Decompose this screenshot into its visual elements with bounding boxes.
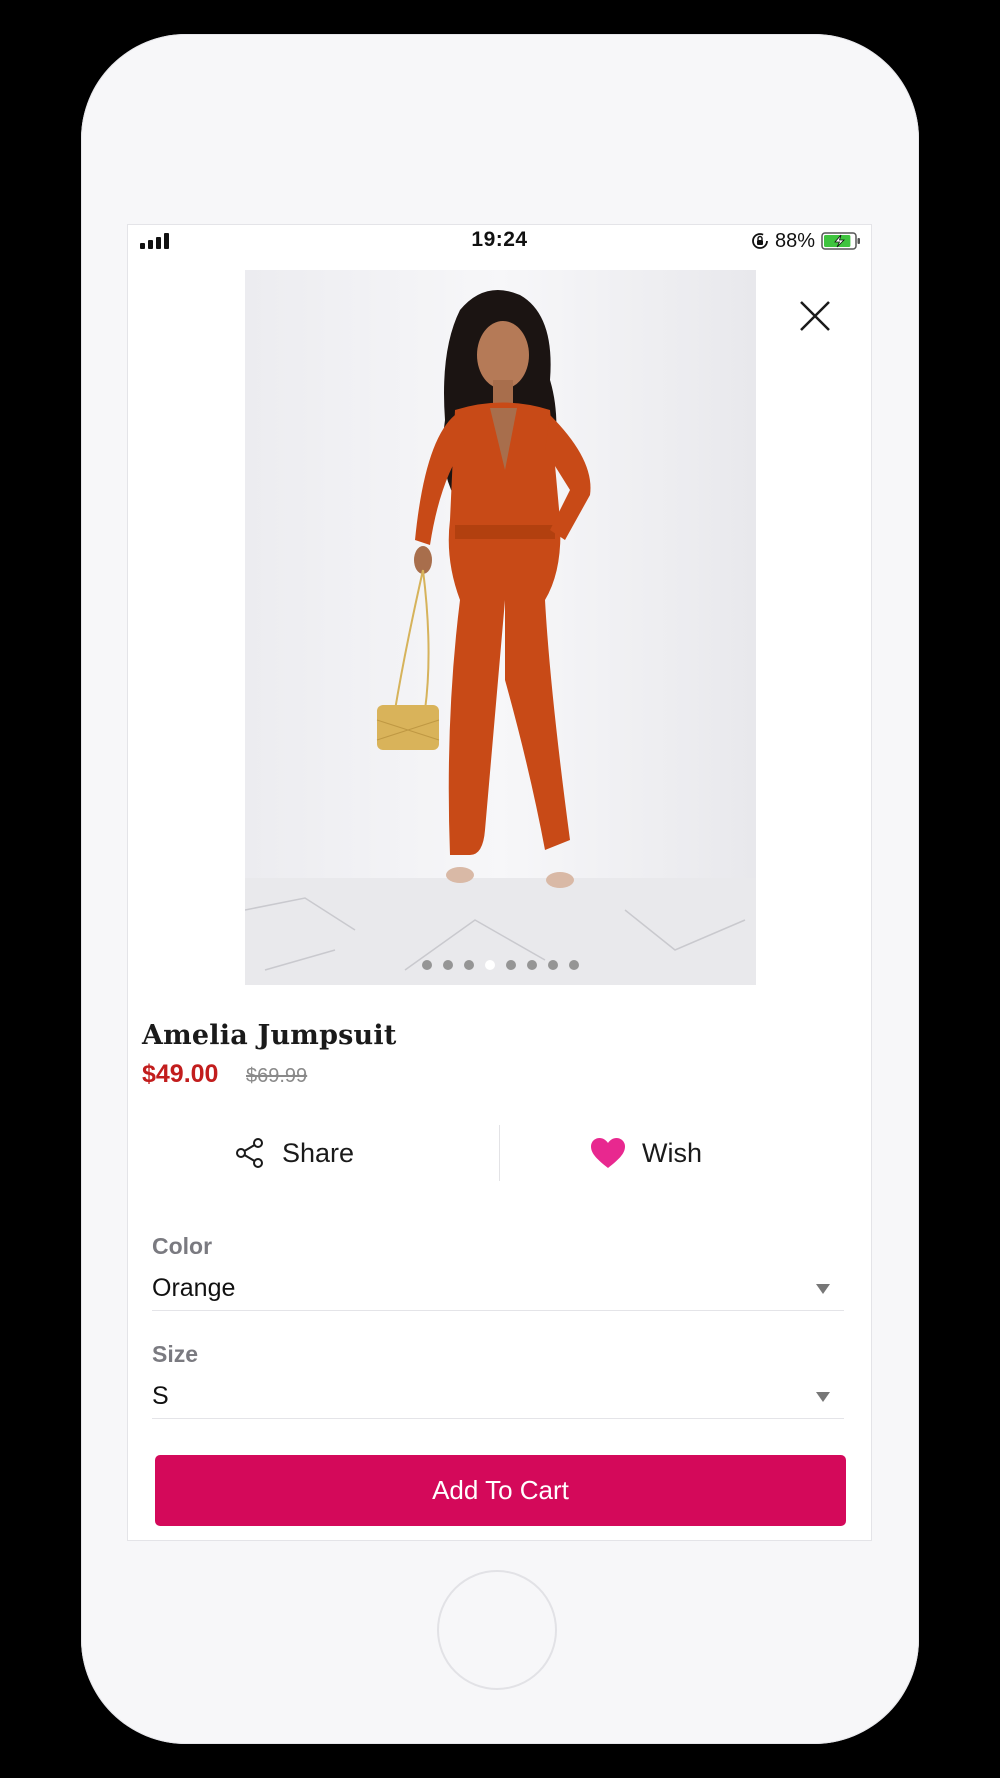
pager-dot[interactable] [443, 960, 453, 970]
rotation-lock-icon [752, 233, 768, 249]
color-value: Orange [152, 1274, 236, 1302]
pager-dot[interactable] [548, 960, 558, 970]
size-label: Size [152, 1341, 199, 1367]
battery-percent: 88% [774, 229, 815, 252]
status-right-group: 88% [751, 229, 861, 253]
home-button[interactable] [437, 1570, 557, 1690]
image-pager[interactable] [245, 960, 756, 974]
heart-icon [591, 1138, 625, 1168]
pager-dot[interactable] [464, 960, 474, 970]
action-row: Share Wish [128, 1125, 871, 1181]
share-label: Share [282, 1137, 355, 1168]
pager-dot[interactable] [506, 960, 516, 970]
chevron-down-icon [816, 1392, 830, 1402]
add-to-cart-button[interactable]: Add To Cart [155, 1455, 846, 1526]
original-price: $69.99 [246, 1065, 308, 1087]
action-divider [499, 1125, 500, 1181]
size-value: S [152, 1382, 169, 1410]
status-bar: 19:24 88% [128, 225, 871, 257]
pager-dot[interactable] [527, 960, 537, 970]
color-label: Color [152, 1233, 213, 1259]
chevron-down-icon [816, 1284, 830, 1294]
share-icon [236, 1138, 263, 1168]
share-button[interactable]: Share [234, 1125, 354, 1181]
pager-dot[interactable] [422, 960, 432, 970]
close-icon[interactable] [797, 298, 833, 334]
pager-dot[interactable] [569, 960, 579, 970]
product-image[interactable] [245, 270, 756, 985]
battery-charging-icon [821, 232, 860, 250]
wish-button[interactable]: Wish [590, 1125, 702, 1181]
size-select[interactable]: Size S [152, 1333, 844, 1419]
color-select[interactable]: Color Orange [152, 1225, 844, 1311]
sale-price: $49.00 [142, 1060, 219, 1088]
pager-dot[interactable] [485, 960, 495, 970]
wish-label: Wish [642, 1137, 702, 1168]
product-title: Amelia Jumpsuit [142, 1020, 397, 1051]
app-screen: 19:24 88% Amelia Jumpsuit $49.00 $69.99 … [127, 224, 872, 1541]
